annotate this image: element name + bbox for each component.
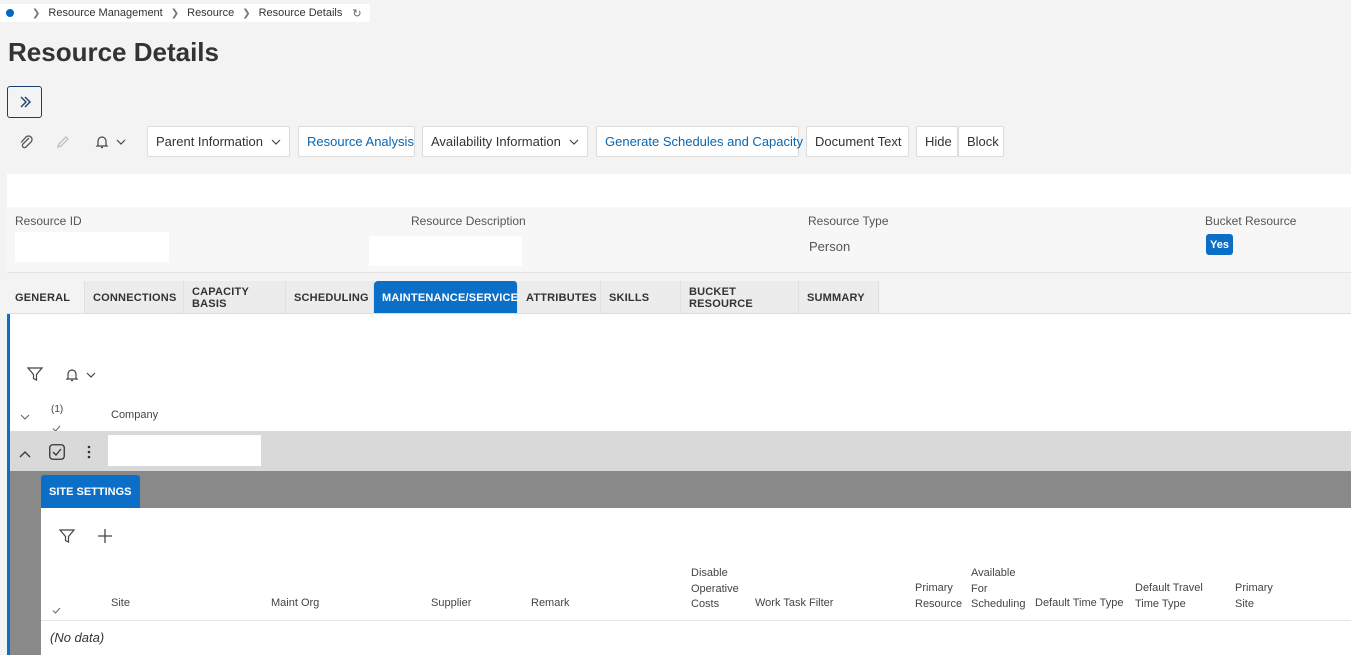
checked-checkbox-icon <box>49 444 65 460</box>
primary-resource-column-header[interactable]: Primary Resource <box>915 581 962 612</box>
tab-skills[interactable]: SKILLS <box>601 281 681 314</box>
tab-site-settings[interactable]: SITE SETTINGS <box>41 475 140 508</box>
default-time-type-column-header[interactable]: Default Time Type <box>1035 597 1123 609</box>
add-icon[interactable] <box>96 527 114 545</box>
bell-icon <box>95 136 109 149</box>
paperclip-icon[interactable] <box>16 132 36 152</box>
chevron-down-icon <box>116 139 126 145</box>
edit-pencil-icon[interactable] <box>53 132 73 152</box>
company-column-header[interactable]: Company <box>111 409 158 421</box>
resource-type-value: Person <box>809 239 851 254</box>
breadcrumb-item: Resource Details <box>258 7 343 19</box>
tab-general[interactable]: GENERAL <box>7 281 85 314</box>
home-dot-icon[interactable] <box>6 9 14 17</box>
notification-bell-dropdown[interactable] <box>90 132 130 152</box>
availability-information-dropdown[interactable]: Availability Information <box>422 126 588 157</box>
chevron-down-icon <box>86 372 96 378</box>
divider <box>7 313 1351 314</box>
tab-attributes[interactable]: ATTRIBUTES <box>518 281 601 314</box>
tab-summary[interactable]: SUMMARY <box>799 281 879 314</box>
breadcrumb-item[interactable]: Resource Management <box>48 7 162 19</box>
remark-column-header[interactable]: Remark <box>531 597 570 609</box>
more-options-icon[interactable] <box>86 444 92 465</box>
tab-capacity-basis[interactable]: CAPACITY BASIS <box>184 281 286 314</box>
resource-id-field <box>15 232 169 262</box>
bucket-resource-label: Bucket Resource <box>1205 214 1297 228</box>
divider <box>41 620 1351 621</box>
collapse-chevron-up-icon[interactable] <box>19 445 31 463</box>
expand-all-chevron-icon[interactable] <box>20 408 30 426</box>
block-button[interactable]: Block <box>958 126 1004 157</box>
detail-band <box>10 471 1351 508</box>
no-data-message: (No data) <box>50 630 105 645</box>
row-checkbox[interactable] <box>49 444 65 465</box>
default-travel-time-type-column-header[interactable]: Default Travel Time Type <box>1135 581 1203 612</box>
chevron-right-icon: ❯ <box>170 7 180 19</box>
select-all-check-icon[interactable] <box>52 601 61 619</box>
double-chevron-right-icon <box>20 96 31 108</box>
generate-schedules-button[interactable]: Generate Schedules and Capacity <box>596 126 803 157</box>
tab-connections[interactable]: CONNECTIONS <box>85 281 184 314</box>
company-cell[interactable] <box>108 435 261 466</box>
filter-icon[interactable] <box>58 527 76 545</box>
work-task-filter-column-header[interactable]: Work Task Filter <box>755 597 833 609</box>
breadcrumb: ❯ Resource Management ❯ Resource ❯ Resou… <box>0 4 370 22</box>
site-column-header[interactable]: Site <box>111 597 130 609</box>
maint-org-column-header[interactable]: Maint Org <box>271 597 319 609</box>
selected-count: (1) <box>51 404 64 415</box>
page-title: Resource Details <box>8 37 219 67</box>
parent-information-dropdown[interactable]: Parent Information <box>147 126 290 157</box>
available-for-scheduling-column-header[interactable]: Available For Scheduling <box>971 566 1025 613</box>
resource-description-label: Resource Description <box>411 214 526 228</box>
refresh-icon[interactable]: ↻ <box>352 7 361 20</box>
resource-type-label: Resource Type <box>808 214 889 228</box>
primary-site-column-header[interactable]: Primary Site <box>1235 581 1273 612</box>
filter-icon[interactable] <box>26 365 44 383</box>
chevron-down-icon <box>569 139 579 145</box>
resource-analysis-button[interactable]: Resource Analysis <box>298 126 415 157</box>
disable-operative-costs-column-header[interactable]: Disable Operative Costs <box>691 566 739 613</box>
tab-bar: GENERAL CONNECTIONS CAPACITY BASIS SCHED… <box>7 281 879 314</box>
header-card <box>7 207 1351 273</box>
chevron-right-icon: ❯ <box>32 7 41 19</box>
document-text-button[interactable]: Document Text <box>806 126 909 157</box>
hide-button[interactable]: Hide <box>916 126 958 157</box>
detail-left-band <box>10 508 41 655</box>
bell-icon <box>65 369 79 382</box>
resource-id-label: Resource ID <box>15 214 82 228</box>
notification-bell-dropdown[interactable] <box>64 365 104 385</box>
breadcrumb-item[interactable]: Resource <box>187 7 234 19</box>
tab-maintenance-service[interactable]: MAINTENANCE/SERVICE <box>374 281 518 314</box>
expand-navigator-button[interactable] <box>7 86 42 118</box>
bucket-resource-badge: Yes <box>1206 234 1233 255</box>
chevron-down-icon <box>271 139 281 145</box>
supplier-column-header[interactable]: Supplier <box>431 597 471 609</box>
tab-scheduling[interactable]: SCHEDULING <box>286 281 374 314</box>
header-card-top <box>7 174 1351 207</box>
resource-description-field <box>369 236 522 266</box>
tab-bucket-resource[interactable]: BUCKET RESOURCE <box>681 281 799 314</box>
chevron-right-icon: ❯ <box>242 7 251 19</box>
